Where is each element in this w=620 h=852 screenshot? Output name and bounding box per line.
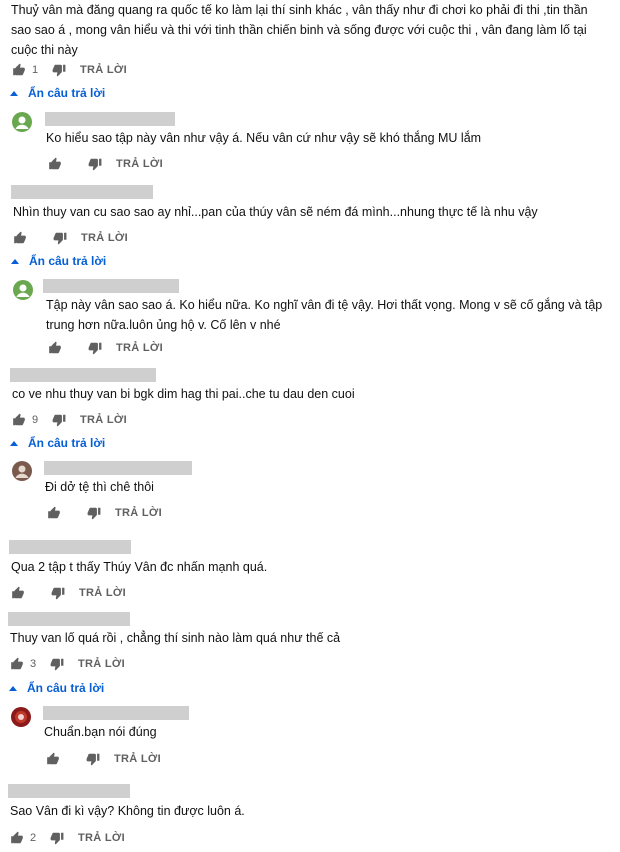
- thumbs-down-icon[interactable]: [53, 231, 67, 245]
- comment-text: Sao Vân đi kì vậy? Không tin được luôn á…: [10, 804, 245, 818]
- like-count: 9: [32, 414, 39, 426]
- thumbs-up-icon[interactable]: [10, 657, 24, 671]
- thumbs-down-icon[interactable]: [52, 63, 66, 77]
- caret-up-icon: [10, 440, 18, 446]
- reply-button[interactable]: TRẢ LỜI: [80, 414, 127, 426]
- avatar[interactable]: [13, 280, 33, 300]
- comment-actions: TRẢ LỜI: [46, 749, 161, 769]
- like-count: 3: [30, 658, 37, 670]
- author-name-redacted[interactable]: [9, 540, 131, 554]
- thumbs-up-icon[interactable]: [11, 586, 25, 600]
- thumbs-up-icon[interactable]: [12, 413, 26, 427]
- reply-button[interactable]: TRẢ LỜI: [80, 64, 127, 76]
- user-icon: [15, 465, 29, 478]
- reply-button[interactable]: TRẢ LỜI: [78, 658, 125, 670]
- like-count: 1: [32, 64, 39, 76]
- thumbs-up-icon[interactable]: [48, 341, 62, 355]
- comment-actions: TRẢ LỜI: [47, 503, 162, 523]
- like-count: 2: [30, 832, 37, 844]
- reply-button[interactable]: TRẢ LỜI: [114, 753, 161, 765]
- avatar[interactable]: [12, 112, 32, 132]
- comment-text: Thuỷ vân mà đăng quang ra quốc tế ko làm…: [11, 3, 588, 57]
- caret-up-icon: [9, 685, 17, 691]
- comment-actions: TRẢ LỜI: [48, 338, 163, 358]
- comment-actions: TRẢ LỜI: [48, 154, 163, 174]
- comment-actions: 9 TRẢ LỜI: [12, 410, 127, 430]
- thumbs-down-icon[interactable]: [51, 586, 65, 600]
- thumbs-down-icon[interactable]: [88, 157, 102, 171]
- comment-actions: 3 TRẢ LỜI: [10, 654, 125, 674]
- author-name-redacted[interactable]: [43, 706, 189, 720]
- caret-up-icon: [10, 90, 18, 96]
- hide-replies-label: Ẩn câu trả lời: [28, 86, 106, 100]
- thumbs-down-icon[interactable]: [52, 413, 66, 427]
- comment-text: co ve nhu thuy van bi bgk dim hag thi pa…: [12, 387, 355, 401]
- hide-replies-button[interactable]: Ẩn câu trả lời: [11, 254, 106, 268]
- user-icon: [16, 284, 30, 297]
- hide-replies-label: Ẩn câu trả lời: [28, 436, 106, 450]
- thumbs-down-icon[interactable]: [86, 752, 100, 766]
- comment-text: Tập này vân sao sao á. Ko hiểu nữa. Ko n…: [46, 298, 603, 332]
- comment-text: Thuy van lố quá rồi , chẳng thí sinh nào…: [10, 631, 341, 645]
- comment-actions: TRẢ LỜI: [11, 583, 126, 603]
- author-name-redacted[interactable]: [8, 784, 130, 798]
- reply-button[interactable]: TRẢ LỜI: [116, 342, 163, 354]
- thumbs-down-icon[interactable]: [88, 341, 102, 355]
- thumbs-up-icon[interactable]: [10, 831, 24, 845]
- thumbs-down-icon[interactable]: [87, 506, 101, 520]
- comment-text: Qua 2 tập t thấy Thúy Vân đc nhấn mạnh q…: [11, 560, 268, 574]
- comment-actions: 1 TRẢ LỜI: [12, 60, 127, 80]
- thumbs-down-icon[interactable]: [50, 657, 64, 671]
- thumbs-up-icon[interactable]: [13, 231, 27, 245]
- thumbs-up-icon[interactable]: [12, 63, 26, 77]
- author-name-redacted[interactable]: [44, 461, 192, 475]
- hide-replies-button[interactable]: Ẩn câu trả lời: [10, 86, 105, 100]
- comment-text: Ko hiểu sao tập này vân như vậy á. Nếu v…: [46, 131, 482, 145]
- hide-replies-label: Ẩn câu trả lời: [29, 254, 107, 268]
- hide-replies-button[interactable]: Ẩn câu trả lời: [10, 436, 105, 450]
- comment-text: Đi dở tệ thì chê thôi: [45, 480, 154, 494]
- caret-up-icon: [11, 258, 19, 264]
- thumbs-up-icon[interactable]: [47, 506, 61, 520]
- reply-button[interactable]: TRẢ LỜI: [116, 158, 163, 170]
- user-icon: [15, 711, 27, 723]
- hide-replies-button[interactable]: Ẩn câu trả lời: [9, 681, 104, 695]
- reply-button[interactable]: TRẢ LỜI: [115, 507, 162, 519]
- hide-replies-label: Ẩn câu trả lời: [27, 681, 105, 695]
- reply-button[interactable]: TRẢ LỜI: [79, 587, 126, 599]
- reply-button[interactable]: TRẢ LỜI: [81, 232, 128, 244]
- thumbs-up-icon[interactable]: [48, 157, 62, 171]
- comment-actions: TRẢ LỜI: [13, 228, 128, 248]
- avatar[interactable]: [11, 707, 31, 727]
- reply-button[interactable]: TRẢ LỜI: [78, 832, 125, 844]
- comment-text: Chuẩn.bạn nói đúng: [44, 725, 157, 739]
- author-name-redacted[interactable]: [10, 368, 156, 382]
- author-name-redacted[interactable]: [11, 185, 153, 199]
- author-name-redacted[interactable]: [8, 612, 130, 626]
- user-icon: [15, 116, 29, 129]
- avatar[interactable]: [12, 461, 32, 481]
- thumbs-down-icon[interactable]: [50, 831, 64, 845]
- comment-text: Nhìn thuy van cu sao sao ay nhỉ...pan củ…: [13, 205, 538, 219]
- thumbs-up-icon[interactable]: [46, 752, 60, 766]
- author-name-redacted[interactable]: [43, 279, 179, 293]
- comment-actions: 2 TRẢ LỜI: [10, 828, 125, 848]
- author-name-redacted[interactable]: [45, 112, 175, 126]
